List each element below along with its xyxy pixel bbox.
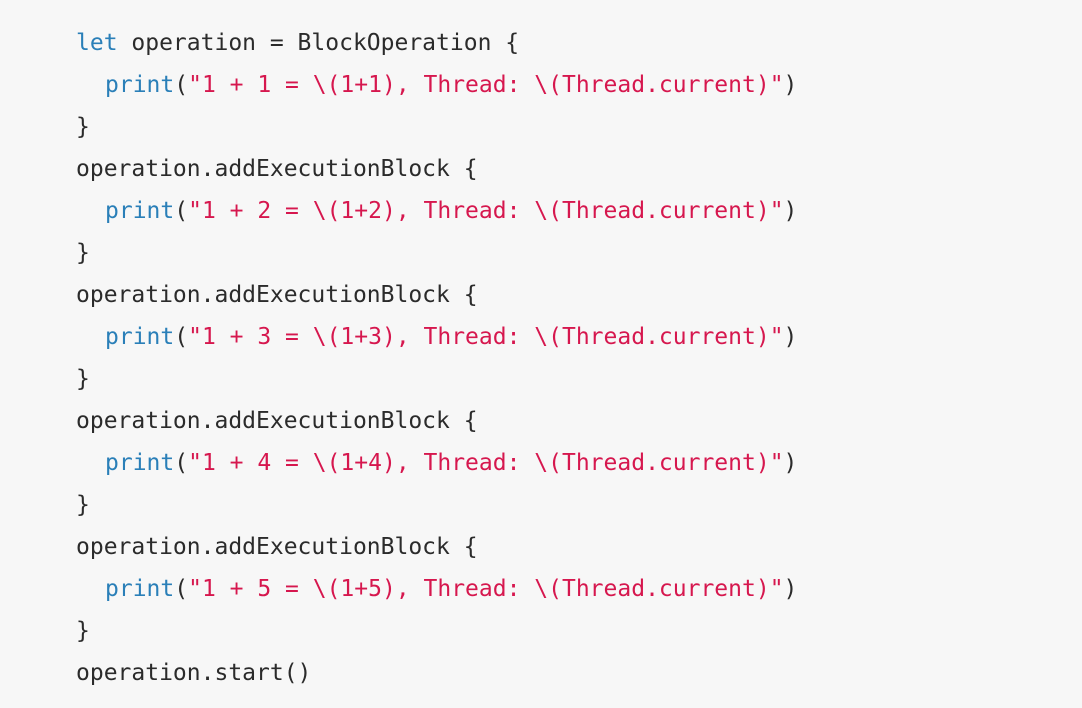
open-paren: ( <box>174 72 189 98</box>
string-literal: "1 + 2 = \(1+2), Thread: \(Thread.curren… <box>188 198 784 224</box>
code-line: let operation = BlockOperation { <box>76 22 1082 64</box>
code-line: operation.addExecutionBlock { <box>76 400 1082 442</box>
string-literal: "1 + 4 = \(1+4), Thread: \(Thread.curren… <box>188 450 784 476</box>
code-text: operation = BlockOperation { <box>117 30 520 56</box>
function-print: print <box>105 198 175 224</box>
string-literal: "1 + 1 = \(1+1), Thread: \(Thread.curren… <box>188 72 784 98</box>
open-paren: ( <box>174 450 189 476</box>
closing-brace: } <box>76 114 90 140</box>
function-print: print <box>105 576 175 602</box>
code-text: operation.addExecutionBlock { <box>76 534 478 560</box>
open-paren: ( <box>174 198 189 224</box>
closing-brace: } <box>76 492 90 518</box>
string-literal: "1 + 3 = \(1+3), Thread: \(Thread.curren… <box>188 324 784 350</box>
string-literal: "1 + 5 = \(1+5), Thread: \(Thread.curren… <box>188 576 784 602</box>
code-text: operation.addExecutionBlock { <box>76 408 478 434</box>
code-line: print("1 + 3 = \(1+3), Thread: \(Thread.… <box>76 316 1082 358</box>
open-paren: ( <box>174 576 189 602</box>
code-line: print("1 + 5 = \(1+5), Thread: \(Thread.… <box>76 568 1082 610</box>
code-line: operation.addExecutionBlock { <box>76 526 1082 568</box>
close-paren: ) <box>783 576 798 602</box>
function-print: print <box>105 72 175 98</box>
close-paren: ) <box>783 450 798 476</box>
code-line: print("1 + 2 = \(1+2), Thread: \(Thread.… <box>76 190 1082 232</box>
code-line: operation.start() <box>76 652 1082 694</box>
code-line: } <box>76 232 1082 274</box>
close-paren: ) <box>783 72 798 98</box>
code-line: } <box>76 610 1082 652</box>
code-line: } <box>76 484 1082 526</box>
code-line: print("1 + 1 = \(1+1), Thread: \(Thread.… <box>76 64 1082 106</box>
close-paren: ) <box>783 324 798 350</box>
code-line: operation.addExecutionBlock { <box>76 148 1082 190</box>
code-line: print("1 + 4 = \(1+4), Thread: \(Thread.… <box>76 442 1082 484</box>
code-line: } <box>76 106 1082 148</box>
closing-brace: } <box>76 618 90 644</box>
code-text: operation.addExecutionBlock { <box>76 282 478 308</box>
code-text: operation.addExecutionBlock { <box>76 156 478 182</box>
open-paren: ( <box>174 324 189 350</box>
code-block: let operation = BlockOperation {print("1… <box>0 0 1082 708</box>
closing-brace: } <box>76 366 90 392</box>
function-print: print <box>105 450 175 476</box>
function-print: print <box>105 324 175 350</box>
code-line: } <box>76 358 1082 400</box>
code-text: operation.start() <box>76 660 312 686</box>
code-line: operation.addExecutionBlock { <box>76 274 1082 316</box>
keyword-let: let <box>76 30 118 56</box>
closing-brace: } <box>76 240 90 266</box>
close-paren: ) <box>783 198 798 224</box>
